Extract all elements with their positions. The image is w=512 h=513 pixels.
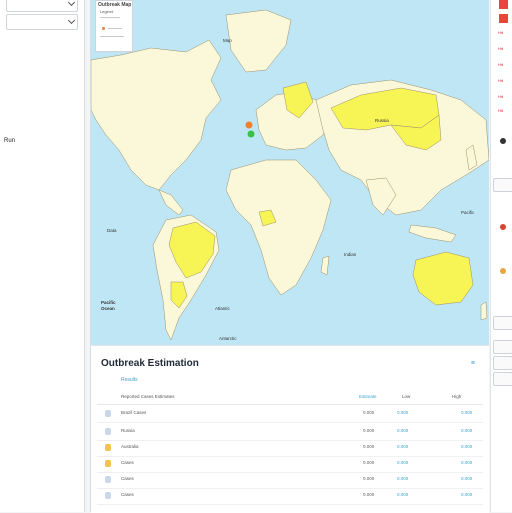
rail-button[interactable] (493, 340, 512, 354)
rail-item[interactable]: Hit (498, 94, 503, 99)
row-low: 0.000 (397, 428, 409, 433)
rail-button[interactable] (493, 316, 512, 330)
left-sidebar: Run (0, 0, 85, 512)
row-high: 0.000 (461, 460, 473, 465)
sidebar-run-label[interactable]: Run (4, 138, 15, 144)
chevron-down-icon (67, 0, 76, 7)
row-name: Cases (121, 476, 134, 481)
menu-icon[interactable]: ≡ (471, 360, 475, 367)
map-label-russia: Russia (375, 118, 389, 123)
col-estimate[interactable]: Estimate (359, 394, 377, 399)
map-label-north-america: Data (107, 228, 117, 233)
rail-item[interactable]: Hit (498, 46, 503, 51)
australia-highlight (412, 251, 474, 306)
row-name: Brazil Cases (121, 410, 147, 415)
table-row[interactable]: Russia 0.000 0.000 0.000 (97, 424, 483, 441)
table-row[interactable]: Australia 0.000 0.000 0.000 (97, 440, 483, 457)
row-high: 0.000 (461, 410, 473, 415)
rail-button[interactable] (493, 372, 512, 386)
row-estimate: 0.000 (363, 492, 375, 497)
alert-chip[interactable] (499, 14, 508, 23)
chevron-down-icon (67, 16, 76, 25)
row-estimate: 0.000 (363, 410, 375, 415)
row-status-icon (105, 410, 111, 417)
map-legend: Outbreak Map Legend (95, 0, 133, 52)
legend-line (108, 28, 122, 29)
marker-orange (245, 121, 253, 129)
row-name: Russia (121, 428, 135, 433)
rail-button[interactable] (493, 356, 512, 370)
col-low[interactable]: Low (402, 394, 410, 399)
row-estimate: 0.000 (363, 460, 375, 465)
table-row[interactable]: Cases 0.000 0.000 0.000 (97, 472, 483, 489)
map-label-atlantic: Atlantic (215, 306, 230, 311)
rail-button[interactable] (493, 178, 512, 192)
world-map[interactable]: Outbreak Map Legend Map Data Pacific Oce… (91, 0, 489, 345)
north-america-shape (91, 39, 222, 191)
rail-item[interactable]: Hit (498, 62, 503, 67)
new-zealand-shape (480, 301, 488, 321)
greenland-shape (225, 9, 292, 73)
legend-line (100, 17, 120, 18)
map-label-pacific-right: Pacific (461, 210, 475, 215)
row-high: 0.000 (461, 476, 473, 481)
table-row[interactable]: Cases 0.000 0.000 0.000 (97, 488, 483, 505)
right-rail: Hit Hit Hit Hit Hit Hit (490, 0, 512, 512)
map-label-antarctic: Antarctic (219, 336, 237, 341)
rail-item[interactable]: Hit (498, 78, 503, 83)
col-high[interactable]: High (452, 394, 461, 399)
row-status-icon (105, 428, 111, 435)
legend-subtitle: Legend (100, 9, 114, 14)
legend-title: Outbreak Map (98, 2, 132, 8)
map-label-north: Map (223, 38, 232, 43)
status-dot (500, 224, 506, 230)
row-name: Cases (121, 492, 134, 497)
row-low: 0.000 (397, 476, 409, 481)
row-status-icon (105, 460, 111, 467)
row-status-icon (105, 492, 111, 499)
row-name: Cases (121, 460, 134, 465)
indonesia-shape (408, 224, 457, 243)
africa-shape (225, 159, 332, 296)
map-label-pacific: Pacific (101, 300, 116, 305)
map-label-ocean: Ocean (101, 306, 115, 311)
row-low: 0.000 (397, 410, 409, 415)
table-row[interactable]: Brazil Cases 0.000 0.000 0.000 (97, 406, 483, 423)
marker-green (247, 130, 255, 138)
row-status-icon (105, 444, 111, 451)
col-name[interactable]: Reported Cases Estimates (121, 394, 175, 399)
table-row[interactable]: Cases 0.000 0.000 0.000 (97, 456, 483, 473)
row-high: 0.000 (461, 444, 473, 449)
central-america-shape (158, 189, 184, 216)
row-name: Australia (121, 444, 139, 449)
row-estimate: 0.000 (363, 428, 375, 433)
dataset-select[interactable] (6, 0, 78, 12)
row-low: 0.000 (397, 460, 409, 465)
row-high: 0.000 (461, 492, 473, 497)
madagascar-shape (320, 255, 330, 276)
panel-subtitle[interactable]: Results (121, 377, 138, 383)
status-dot (500, 138, 506, 144)
panel-title: Outbreak Estimation (101, 358, 199, 369)
main-content: Outbreak Map Legend Map Data Pacific Oce… (90, 0, 489, 513)
row-estimate: 0.000 (363, 476, 375, 481)
status-dot (500, 268, 506, 274)
row-status-icon (105, 476, 111, 483)
legend-line (100, 36, 124, 37)
legend-dot-orange (102, 27, 105, 30)
alert-chip[interactable] (499, 0, 508, 9)
row-low: 0.000 (397, 444, 409, 449)
region-select[interactable] (6, 14, 78, 30)
table-header: Reported Cases Estimates Estimate Low Hi… (97, 390, 483, 405)
map-label-indian: Indian (344, 252, 357, 257)
row-low: 0.000 (397, 492, 409, 497)
row-estimate: 0.000 (363, 444, 375, 449)
results-panel: Outbreak Estimation ≡ Results Reported C… (91, 345, 489, 513)
world-map-svg (91, 9, 489, 341)
rail-item[interactable]: Hit (498, 108, 503, 113)
rail-item[interactable]: Hit (498, 30, 503, 35)
row-high: 0.000 (461, 428, 473, 433)
